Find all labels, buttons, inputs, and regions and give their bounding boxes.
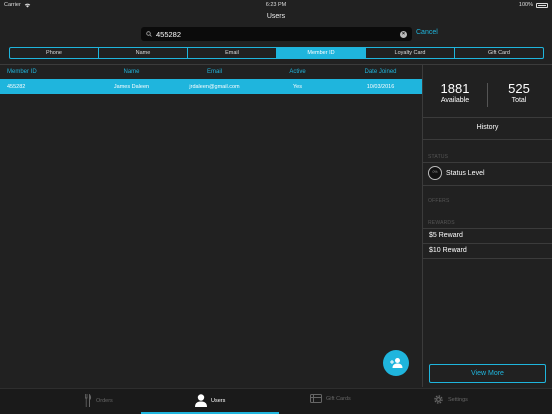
add-user-icon [390,358,403,368]
users-table: Member ID Name Email Active Date Joined … [0,65,422,94]
tab-gift-cards-label: Gift Cards [326,395,351,402]
available-stat: 1881 Available [425,81,485,104]
segment-gift-card[interactable]: Gift Card [455,48,543,58]
battery-percent: 100% [518,2,533,8]
column-header-active[interactable]: Active [256,69,339,75]
tab-bar: Orders Users Gift Cards Settings [0,388,552,414]
segment-member-id[interactable]: Member ID [277,48,366,58]
clear-search-icon[interactable]: × [400,30,407,38]
table-row[interactable]: 455282 James Daleen jrdaleen@gmail.com Y… [0,79,422,94]
gift-card-icon [310,394,322,403]
divider [423,228,552,229]
tab-users[interactable]: Users [195,394,225,407]
status-section-label: STATUS [428,154,449,160]
segment-name[interactable]: Name [99,48,188,58]
view-more-button[interactable]: View More [429,364,546,383]
divider [423,185,552,186]
status-bar: Carrier 6:23 PM 100% [0,0,552,10]
status-level-label: Status Level [446,169,485,177]
cell-member-id: 455282 [7,83,26,90]
clock: 6:23 PM [265,2,287,8]
total-value: 525 [508,81,530,96]
tab-users-label: Users [211,397,226,404]
rewards-section-label: REWARDS [428,220,455,226]
column-header-date-joined[interactable]: Date Joined [339,69,422,75]
search-type-segments: Phone Name Email Member ID Loyalty Card … [9,47,544,59]
status-progress-ring: 0% [428,166,442,180]
page-title: Users [266,13,286,20]
column-header-name[interactable]: Name [90,69,173,75]
tab-gift-cards[interactable]: Gift Cards [310,394,351,403]
user-icon [195,394,207,407]
table-header: Member ID Name Email Active Date Joined [0,65,422,79]
points-summary: 1881 Available 525 Total [423,81,552,111]
column-header-email[interactable]: Email [173,69,256,75]
search-icon [146,31,152,37]
column-header-member-id[interactable]: Member ID [0,69,90,75]
divider [423,117,552,118]
divider [423,243,552,244]
fork-knife-icon [85,394,92,407]
total-stat: 525 Total [489,81,549,104]
reward-item[interactable]: $10 Reward [429,247,467,254]
tab-settings-label: Settings [448,396,468,403]
divider [423,258,552,259]
tab-orders[interactable]: Orders [84,394,113,407]
available-value: 1881 [440,81,470,96]
tab-orders-label: Orders [96,397,113,404]
search-input[interactable]: 455282 [156,30,400,39]
battery-icon [536,2,548,8]
divider [423,162,552,163]
offers-section-label: OFFERS [428,198,450,204]
segment-loyalty-card[interactable]: Loyalty Card [366,48,455,58]
total-label: Total [511,97,527,104]
status-level-row[interactable]: 0% Status Level [428,166,485,180]
available-label: Available [440,97,470,104]
cell-name: James Daleen [113,83,150,90]
gear-icon [434,395,443,404]
tab-settings[interactable]: Settings [433,394,468,405]
user-detail-panel: 1881 Available 525 Total History STATUS … [423,65,552,387]
segment-phone[interactable]: Phone [10,48,99,58]
cell-email: jrdaleen@gmail.com [189,83,240,90]
search-field[interactable]: 455282 × [141,27,412,41]
history-button[interactable]: History [423,124,552,131]
cell-active: Yes [293,83,302,90]
divider [423,139,552,140]
segment-email[interactable]: Email [188,48,277,58]
cell-date-joined: 10/03/2016 [366,83,395,90]
reward-item[interactable]: $5 Reward [429,232,463,239]
add-user-button[interactable] [383,350,409,376]
cancel-button[interactable]: Cancel [416,29,438,36]
stat-divider [487,83,488,107]
